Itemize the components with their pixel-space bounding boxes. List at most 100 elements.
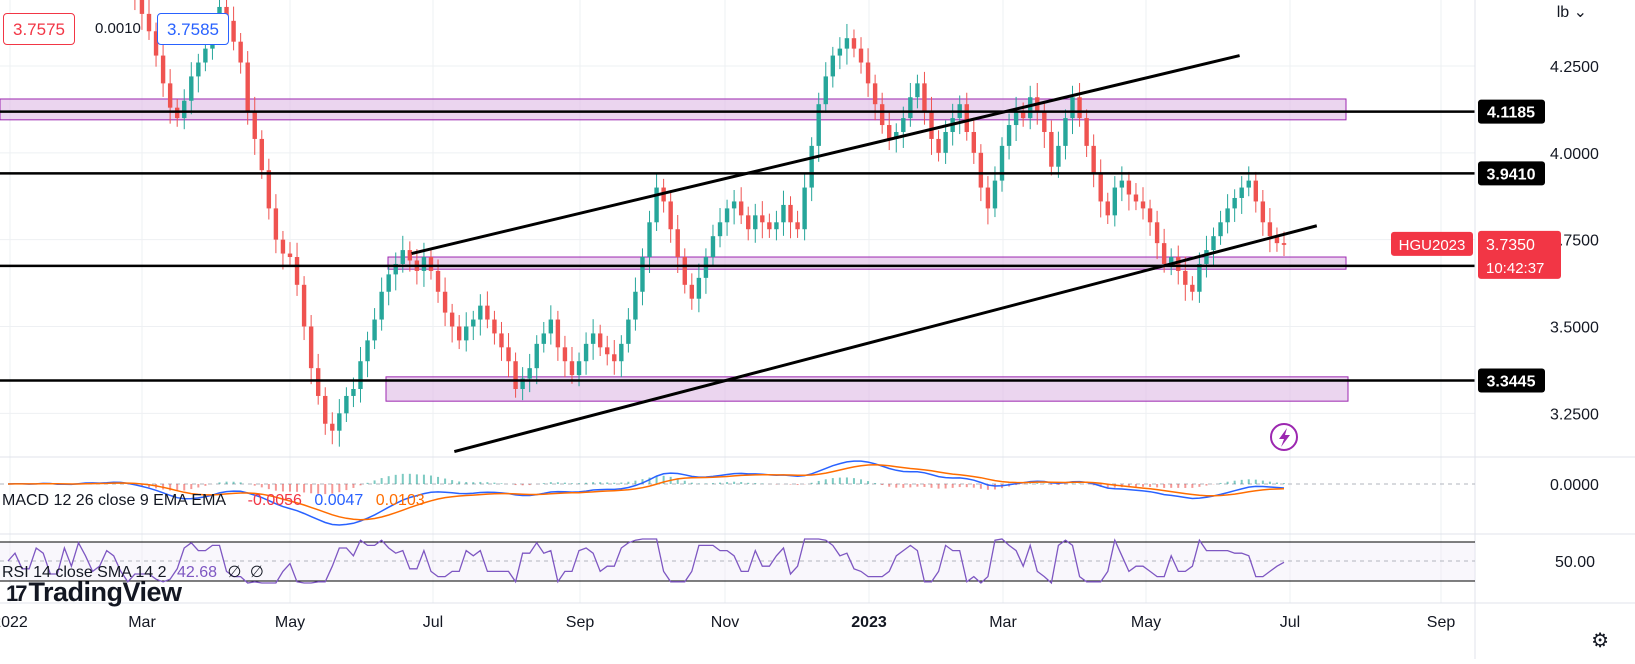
candlestick xyxy=(1126,171,1132,211)
unit-label: lb xyxy=(1556,4,1570,21)
candle-body xyxy=(696,277,702,299)
candle-body xyxy=(562,347,568,362)
candle-body xyxy=(908,97,913,119)
candle-body xyxy=(548,319,554,334)
candlestick xyxy=(323,387,328,435)
candlestick xyxy=(985,176,991,225)
candle-body xyxy=(259,138,264,171)
chart-area[interactable]: 4.2500 4.0000 3.7500 3.5000 3.2500 4.1185 3.94… xyxy=(0,0,1635,659)
candle-body xyxy=(1197,263,1202,292)
candle-body xyxy=(499,333,504,348)
candle-body xyxy=(879,104,885,126)
candle-body xyxy=(1140,201,1146,209)
candle-body xyxy=(1211,236,1216,251)
tradingview-logo: 17 TradingView xyxy=(6,577,182,607)
candlestick xyxy=(689,273,695,310)
candlestick xyxy=(731,189,737,225)
candle-body xyxy=(1063,118,1068,146)
candlestick xyxy=(1260,189,1266,236)
x-tick-label: 2022 xyxy=(0,614,28,631)
y-tick-label: 4.2500 xyxy=(1550,59,1599,76)
candle-body xyxy=(689,284,695,299)
candlestick xyxy=(485,291,490,329)
candle-body xyxy=(280,239,286,254)
candlestick xyxy=(612,340,617,375)
candlestick xyxy=(682,248,687,294)
candle-body xyxy=(978,152,984,188)
countdown-label: 10:42:37 xyxy=(1486,260,1544,277)
candle-body xyxy=(788,204,793,223)
candlestick xyxy=(788,196,793,239)
macd-title: MACD 12 26 close 9 EMA EMA xyxy=(2,492,226,509)
candle-body xyxy=(654,187,659,223)
ask-price[interactable]: 3.7585 xyxy=(157,13,229,45)
gear-icon[interactable]: ⚙ xyxy=(1591,628,1609,653)
candlestick xyxy=(605,335,610,366)
candle-body xyxy=(534,343,539,369)
candle-body xyxy=(1260,201,1266,223)
unit-selector[interactable]: lb ⌄ xyxy=(1557,2,1587,22)
candlestick xyxy=(259,130,264,179)
candlestick xyxy=(844,23,850,65)
candlestick xyxy=(619,335,624,378)
candle-body xyxy=(809,145,814,188)
candle-body xyxy=(767,222,772,230)
candlestick xyxy=(456,315,462,350)
candle-body xyxy=(865,62,871,84)
candlestick xyxy=(633,277,638,331)
candle-body xyxy=(541,333,546,344)
candlestick xyxy=(668,189,673,243)
candle-body xyxy=(182,100,187,119)
candlestick xyxy=(936,130,941,162)
candlestick xyxy=(858,37,864,74)
price-chart[interactable]: 4.25004.00003.75003.50003.25004.11853.94… xyxy=(0,0,1635,659)
x-tick-label: Jul xyxy=(423,614,443,631)
candle-body xyxy=(337,413,342,431)
candle-body xyxy=(760,215,765,223)
candlestick xyxy=(1232,189,1237,222)
candlestick xyxy=(809,137,814,202)
candle-body xyxy=(555,319,561,348)
candlestick xyxy=(492,310,497,345)
candlestick xyxy=(287,242,293,266)
level-price-label: 4.1185 xyxy=(1487,105,1535,122)
candle-body xyxy=(315,368,321,396)
candle-body xyxy=(1204,250,1209,264)
candlestick xyxy=(555,310,561,361)
candlestick xyxy=(703,248,709,294)
candle-body xyxy=(710,236,716,258)
candle-body xyxy=(273,208,279,240)
x-tick-label: Nov xyxy=(711,614,739,631)
candle-body xyxy=(1049,131,1054,167)
candle-body xyxy=(619,343,624,362)
candlestick xyxy=(464,312,469,352)
candle-body xyxy=(323,395,328,424)
candle-body xyxy=(308,326,314,369)
candlestick xyxy=(351,377,356,408)
candle-body xyxy=(421,257,427,271)
candle-body xyxy=(365,340,370,362)
candle-body xyxy=(738,201,744,216)
candle-body xyxy=(612,354,617,362)
spread-value: 0.0010 xyxy=(95,20,141,37)
candlestick xyxy=(717,208,723,248)
candle-body xyxy=(301,284,307,327)
candle-body xyxy=(971,131,977,153)
candlestick xyxy=(597,324,603,357)
bid-price[interactable]: 3.7575 xyxy=(3,13,75,45)
candlestick xyxy=(1274,227,1280,252)
candlestick xyxy=(562,335,568,378)
logo-text: TradingView xyxy=(28,577,182,607)
candle-body xyxy=(1147,208,1153,223)
candlestick xyxy=(1133,183,1139,211)
rsi-y-tick: 50.00 xyxy=(1555,554,1595,571)
candle-body xyxy=(1154,222,1160,244)
candle-body xyxy=(1091,145,1096,174)
macd-signal-value: 0.0103 xyxy=(375,492,425,509)
x-tick-label: May xyxy=(1131,614,1161,631)
candlestick xyxy=(280,230,286,270)
macd-histogram-value: -0.0056 xyxy=(247,492,302,509)
candle-body xyxy=(527,368,532,379)
candlestick xyxy=(696,263,702,313)
candlestick xyxy=(971,117,977,164)
